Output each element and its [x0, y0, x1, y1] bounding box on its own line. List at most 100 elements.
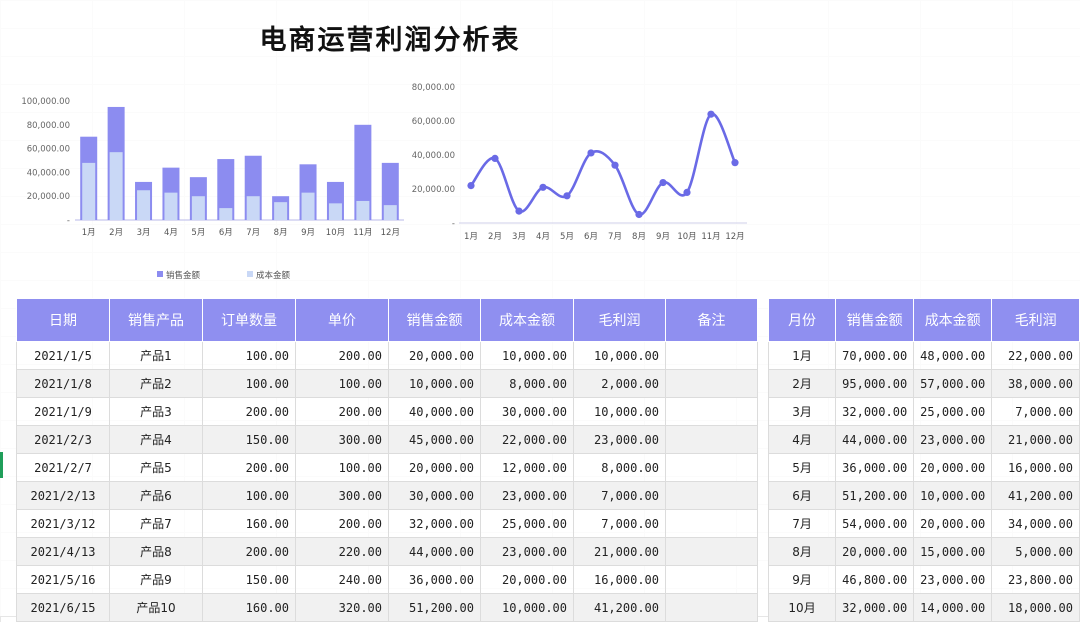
detail-cell[interactable]: 30,000.00: [480, 397, 574, 426]
detail-cell[interactable]: 2021/4/13: [16, 537, 110, 566]
detail-cell[interactable]: 51,200.00: [388, 593, 481, 622]
summary-cell[interactable]: 4月: [767, 425, 837, 454]
summary-cell[interactable]: 36,000.00: [835, 453, 915, 482]
summary-cell[interactable]: 70,000.00: [835, 341, 915, 370]
detail-cell[interactable]: [665, 593, 758, 622]
detail-cell[interactable]: 100.00: [295, 453, 389, 482]
detail-cell[interactable]: 200.00: [295, 341, 389, 370]
detail-cell[interactable]: 2021/6/15: [16, 593, 110, 622]
detail-cell[interactable]: 10,000.00: [573, 397, 666, 426]
detail-cell[interactable]: [665, 537, 758, 566]
detail-cell[interactable]: 40,000.00: [388, 397, 481, 426]
summary-header-cell[interactable]: 成本金额: [913, 298, 993, 342]
detail-cell[interactable]: [665, 341, 758, 370]
detail-header-cell[interactable]: 单价: [295, 298, 389, 342]
detail-cell[interactable]: 产品3: [109, 397, 203, 426]
summary-cell[interactable]: 34,000.00: [991, 509, 1080, 538]
detail-cell[interactable]: 22,000.00: [480, 425, 574, 454]
summary-cell[interactable]: 23,000.00: [913, 565, 993, 594]
detail-cell[interactable]: 23,000.00: [573, 425, 666, 454]
detail-cell[interactable]: 20,000.00: [480, 565, 574, 594]
detail-header-cell[interactable]: 订单数量: [202, 298, 296, 342]
summary-cell[interactable]: 21,000.00: [991, 425, 1080, 454]
summary-cell[interactable]: 16,000.00: [991, 453, 1080, 482]
summary-cell[interactable]: 10,000.00: [913, 481, 993, 510]
detail-header-cell[interactable]: 销售产品: [109, 298, 203, 342]
detail-cell[interactable]: [665, 453, 758, 482]
detail-cell[interactable]: 8,000.00: [573, 453, 666, 482]
detail-cell[interactable]: [665, 565, 758, 594]
summary-cell[interactable]: 20,000.00: [835, 537, 915, 566]
summary-cell[interactable]: 1月: [767, 341, 837, 370]
summary-header-cell[interactable]: 毛利润: [991, 298, 1080, 342]
summary-cell[interactable]: 14,000.00: [913, 593, 993, 622]
summary-cell[interactable]: 48,000.00: [913, 341, 993, 370]
detail-cell[interactable]: 100.00: [295, 369, 389, 398]
detail-cell[interactable]: 200.00: [295, 509, 389, 538]
summary-cell[interactable]: 22,000.00: [991, 341, 1080, 370]
detail-cell[interactable]: 10,000.00: [480, 341, 574, 370]
detail-cell[interactable]: 32,000.00: [388, 509, 481, 538]
summary-cell[interactable]: 3月: [767, 397, 837, 426]
summary-cell[interactable]: 46,800.00: [835, 565, 915, 594]
summary-cell[interactable]: 5,000.00: [991, 537, 1080, 566]
summary-cell[interactable]: 25,000.00: [913, 397, 993, 426]
summary-cell[interactable]: 51,200.00: [835, 481, 915, 510]
summary-cell[interactable]: 54,000.00: [835, 509, 915, 538]
detail-cell[interactable]: 产品8: [109, 537, 203, 566]
detail-cell[interactable]: 300.00: [295, 481, 389, 510]
detail-cell[interactable]: 41,200.00: [573, 593, 666, 622]
detail-cell[interactable]: 2021/5/16: [16, 565, 110, 594]
summary-cell[interactable]: 20,000.00: [913, 509, 993, 538]
summary-cell[interactable]: 41,200.00: [991, 481, 1080, 510]
detail-header-cell[interactable]: 毛利润: [573, 298, 666, 342]
detail-cell[interactable]: 30,000.00: [388, 481, 481, 510]
detail-cell[interactable]: 20,000.00: [388, 341, 481, 370]
detail-cell[interactable]: 产品9: [109, 565, 203, 594]
detail-cell[interactable]: 25,000.00: [480, 509, 574, 538]
detail-cell[interactable]: 16,000.00: [573, 565, 666, 594]
detail-cell[interactable]: 产品2: [109, 369, 203, 398]
detail-cell[interactable]: 产品4: [109, 425, 203, 454]
detail-cell[interactable]: 7,000.00: [573, 481, 666, 510]
summary-cell[interactable]: 6月: [767, 481, 837, 510]
summary-cell[interactable]: 7月: [767, 509, 837, 538]
summary-cell[interactable]: 95,000.00: [835, 369, 915, 398]
detail-cell[interactable]: [665, 425, 758, 454]
summary-cell[interactable]: 32,000.00: [835, 397, 915, 426]
detail-cell[interactable]: 7,000.00: [573, 509, 666, 538]
detail-cell[interactable]: 44,000.00: [388, 537, 481, 566]
detail-cell[interactable]: [665, 481, 758, 510]
summary-cell[interactable]: 5月: [767, 453, 837, 482]
detail-cell[interactable]: 36,000.00: [388, 565, 481, 594]
summary-cell[interactable]: 44,000.00: [835, 425, 915, 454]
detail-header-cell[interactable]: 成本金额: [480, 298, 574, 342]
detail-cell[interactable]: 200.00: [202, 397, 296, 426]
detail-cell[interactable]: 150.00: [202, 425, 296, 454]
detail-cell[interactable]: 21,000.00: [573, 537, 666, 566]
summary-cell[interactable]: 10月: [767, 593, 837, 622]
detail-cell[interactable]: 200.00: [295, 397, 389, 426]
detail-cell[interactable]: 产品6: [109, 481, 203, 510]
detail-cell[interactable]: [665, 509, 758, 538]
detail-header-cell[interactable]: 备注: [665, 298, 758, 342]
detail-cell[interactable]: 23,000.00: [480, 537, 574, 566]
detail-cell[interactable]: 8,000.00: [480, 369, 574, 398]
summary-header-cell[interactable]: 月份: [767, 298, 837, 342]
detail-cell[interactable]: 20,000.00: [388, 453, 481, 482]
detail-cell[interactable]: 12,000.00: [480, 453, 574, 482]
summary-cell[interactable]: 18,000.00: [991, 593, 1080, 622]
detail-cell[interactable]: 2021/1/8: [16, 369, 110, 398]
summary-cell[interactable]: 8月: [767, 537, 837, 566]
detail-cell[interactable]: 10,000.00: [388, 369, 481, 398]
detail-cell[interactable]: 100.00: [202, 341, 296, 370]
detail-cell[interactable]: 2021/2/3: [16, 425, 110, 454]
summary-cell[interactable]: 23,000.00: [913, 425, 993, 454]
detail-cell[interactable]: 240.00: [295, 565, 389, 594]
detail-cell[interactable]: 100.00: [202, 481, 296, 510]
detail-cell[interactable]: [665, 397, 758, 426]
detail-cell[interactable]: 2021/1/9: [16, 397, 110, 426]
detail-cell[interactable]: 320.00: [295, 593, 389, 622]
summary-cell[interactable]: 23,800.00: [991, 565, 1080, 594]
summary-cell[interactable]: 20,000.00: [913, 453, 993, 482]
